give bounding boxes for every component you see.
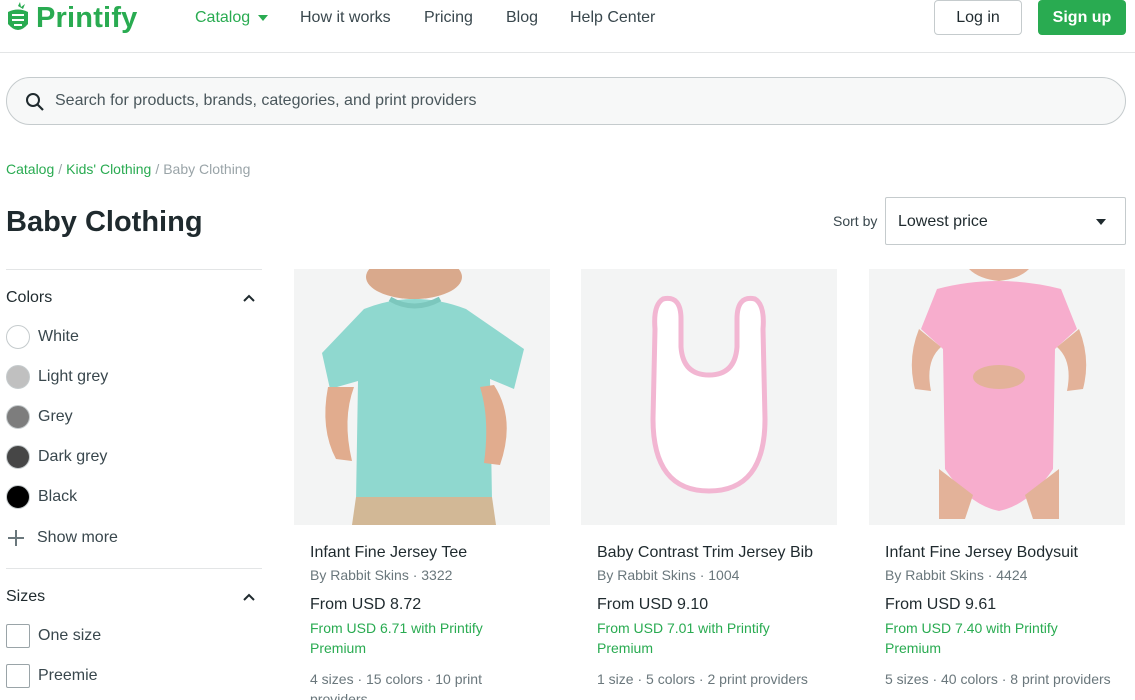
product-meta: 5 sizes · 40 colors · 8 print providers — [885, 671, 1111, 687]
color-option-white[interactable]: White — [6, 324, 79, 350]
color-option-dark-grey[interactable]: Dark grey — [6, 444, 107, 470]
color-label: White — [38, 328, 79, 345]
color-option-light-grey[interactable]: Light grey — [6, 364, 108, 390]
breadcrumb-kids-clothing[interactable]: Kids' Clothing — [66, 161, 151, 177]
search-input[interactable] — [55, 78, 1105, 124]
caret-down-icon — [1096, 219, 1106, 225]
premium-price: From USD 7.01 with Printify Premium — [597, 620, 770, 656]
divider — [6, 568, 262, 569]
sort-label: Sort by — [833, 213, 878, 229]
color-swatch — [6, 405, 30, 429]
breadcrumb-catalog[interactable]: Catalog — [6, 161, 54, 177]
product-meta: 4 sizes · 15 colors · 10 print providers — [310, 671, 482, 700]
filter-colors-title[interactable]: Colors — [6, 289, 52, 307]
breadcrumb: Catalog / Kids' Clothing / Baby Clothing — [6, 161, 251, 177]
product-card[interactable]: Infant Fine Jersey Tee By Rabbit Skins ·… — [294, 269, 550, 700]
nav-help-center[interactable]: Help Center — [570, 9, 655, 27]
logo-text: Printify — [36, 1, 138, 34]
login-button[interactable]: Log in — [934, 0, 1022, 35]
page-title: Baby Clothing — [6, 206, 203, 238]
color-swatch — [6, 325, 30, 349]
product-brand: By Rabbit Skins · 3322 — [310, 567, 453, 583]
caret-down-icon — [258, 14, 269, 21]
product-price: From USD 9.10 — [597, 596, 709, 613]
color-option-black[interactable]: Black — [6, 484, 77, 510]
sort-value: Lowest price — [898, 213, 988, 230]
product-price: From USD 9.61 — [885, 596, 997, 613]
color-swatch — [6, 445, 30, 469]
nav-catalog-label: Catalog — [195, 9, 251, 26]
product-name[interactable]: Infant Fine Jersey Tee — [310, 544, 467, 562]
checkbox[interactable] — [6, 664, 30, 688]
color-label: Black — [38, 488, 78, 505]
teal-baby-tee-image — [294, 269, 550, 525]
signup-button[interactable]: Sign up — [1038, 0, 1126, 35]
premium-price: From USD 7.40 with Printify Premium — [885, 620, 1058, 656]
color-label: Grey — [38, 408, 73, 425]
show-more-colors-button[interactable]: Show more — [8, 529, 118, 547]
product-card[interactable]: Infant Fine Jersey Bodysuit By Rabbit Sk… — [869, 269, 1125, 700]
size-option-preemie[interactable]: Preemie — [6, 663, 98, 689]
product-card[interactable]: Baby Contrast Trim Jersey Bib By Rabbit … — [581, 269, 837, 700]
color-label: Light grey — [38, 368, 109, 385]
pink-baby-bodysuit-image — [869, 269, 1125, 525]
nav-how-it-works[interactable]: How it works — [300, 9, 391, 27]
printify-logo[interactable]: Printify — [5, 0, 138, 36]
size-label: Preemie — [38, 667, 98, 684]
product-brand: By Rabbit Skins · 4424 — [885, 567, 1028, 583]
filter-sizes-title[interactable]: Sizes — [6, 588, 45, 606]
white-bib-pink-trim-image — [581, 269, 837, 525]
product-brand: By Rabbit Skins · 1004 — [597, 567, 740, 583]
nav-catalog[interactable]: Catalog — [195, 9, 269, 27]
sort-select[interactable]: Lowest price — [885, 197, 1126, 245]
top-header: Printify Catalog How it works Pricing Bl… — [0, 0, 1135, 53]
search-bar[interactable] — [6, 77, 1126, 125]
product-name[interactable]: Baby Contrast Trim Jersey Bib — [597, 544, 813, 562]
divider — [6, 269, 262, 270]
color-label: Dark grey — [38, 448, 108, 465]
checkbox[interactable] — [6, 624, 30, 648]
nav-blog[interactable]: Blog — [506, 9, 538, 27]
product-price: From USD 8.72 — [310, 596, 422, 613]
color-swatch — [6, 365, 30, 389]
breadcrumb-current: Baby Clothing — [163, 161, 251, 177]
premium-price: From USD 6.71 with Printify Premium — [310, 620, 483, 656]
chevron-up-icon[interactable] — [242, 293, 256, 303]
product-name[interactable]: Infant Fine Jersey Bodysuit — [885, 544, 1078, 562]
nav-pricing[interactable]: Pricing — [424, 9, 473, 27]
color-option-grey[interactable]: Grey — [6, 404, 73, 430]
chevron-up-icon[interactable] — [242, 592, 256, 602]
size-label: One size — [38, 627, 102, 644]
printify-logo-icon — [8, 2, 28, 30]
search-icon — [26, 93, 44, 111]
plus-icon — [8, 530, 24, 546]
product-image[interactable] — [294, 269, 550, 525]
product-meta: 1 size · 5 colors · 2 print providers — [597, 671, 808, 687]
size-option-one-size[interactable]: One size — [6, 623, 101, 649]
product-image[interactable] — [581, 269, 837, 525]
color-swatch — [6, 485, 30, 509]
show-more-label: Show more — [37, 529, 118, 546]
product-image[interactable] — [869, 269, 1125, 525]
